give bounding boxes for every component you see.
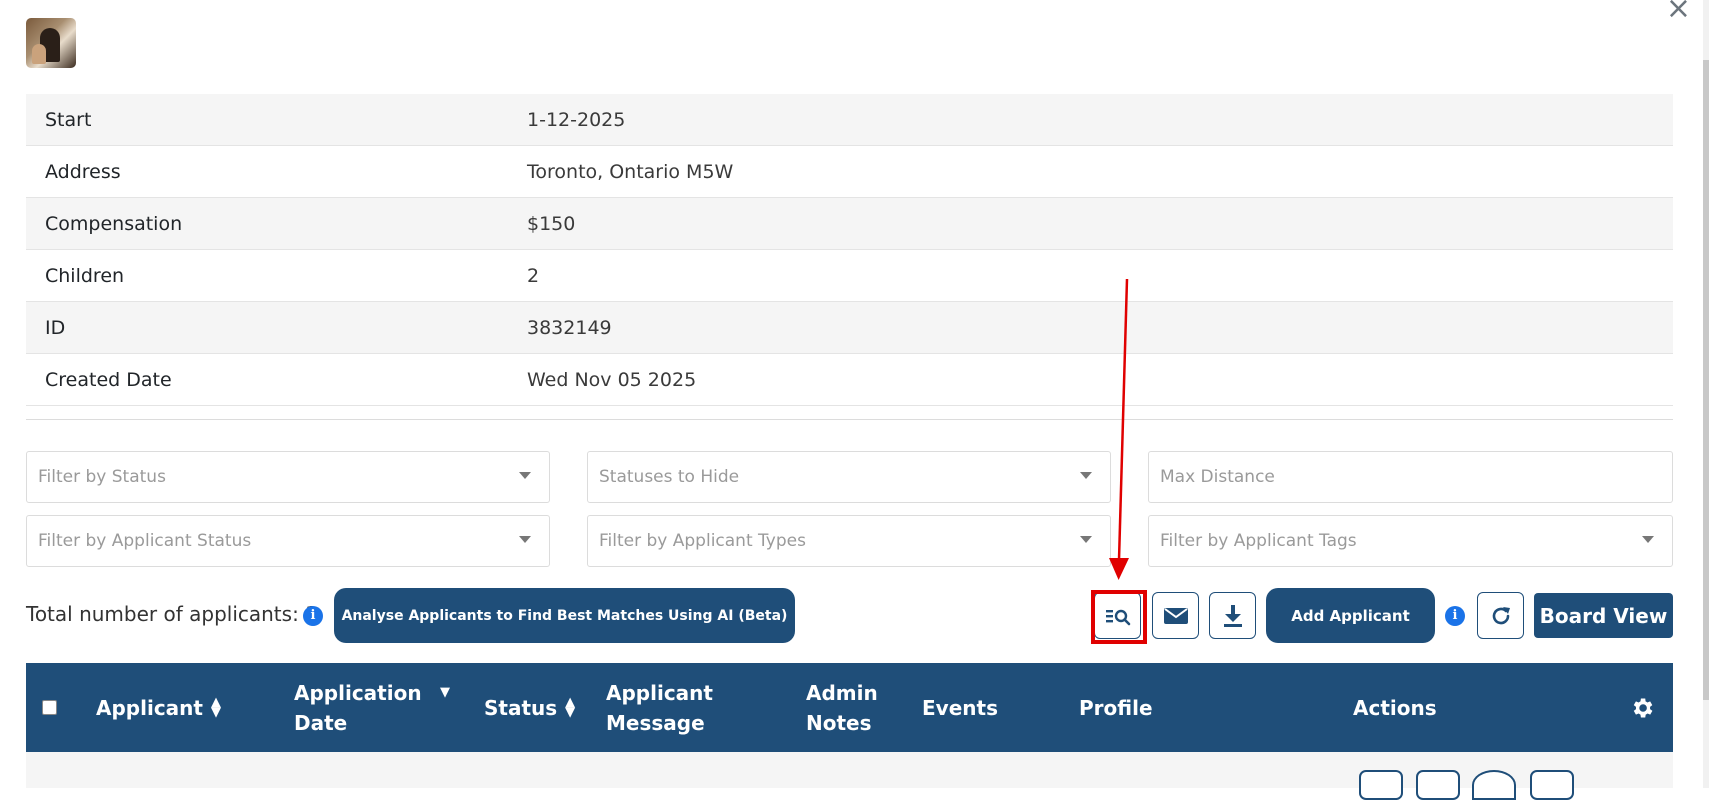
max-distance-placeholder: Max Distance: [1160, 467, 1275, 487]
detail-value: $150: [527, 212, 576, 235]
filter-status-placeholder: Filter by Status: [38, 467, 166, 487]
max-distance-input[interactable]: Max Distance: [1148, 451, 1673, 503]
info-icon[interactable]: i: [303, 606, 323, 626]
column-application-date[interactable]: Application Date ▼: [294, 663, 454, 752]
detail-label: ID: [45, 316, 66, 339]
filter-applicant-status-select[interactable]: Filter by Applicant Status: [26, 515, 550, 567]
analyse-applicants-ai-button[interactable]: Analyse Applicants to Find Best Matches …: [334, 588, 795, 643]
column-label: Applicant: [96, 695, 203, 720]
add-applicant-label: Add Applicant: [1291, 606, 1410, 625]
detail-row-created-date: Created Date Wed Nov 05 2025: [26, 354, 1673, 406]
column-label: Actions: [1353, 695, 1437, 720]
refresh-icon: [1492, 606, 1510, 624]
detail-value: Toronto, Ontario M5W: [527, 160, 734, 183]
detail-label: Children: [45, 264, 125, 287]
job-details-table: Start 1-12-2025 Address Toronto, Ontario…: [26, 94, 1673, 406]
caret-down-icon: [1080, 472, 1092, 479]
board-view-label: Board View: [1539, 603, 1668, 628]
column-applicant[interactable]: Applicant ▲ ▼: [96, 663, 221, 752]
filter-applicant-types-select[interactable]: Filter by Applicant Types: [587, 515, 1111, 567]
board-view-button[interactable]: Board View: [1534, 593, 1673, 638]
annotation-arrow: [1109, 278, 1129, 580]
column-actions: Actions: [1353, 663, 1437, 752]
filter-status-select[interactable]: Filter by Status: [26, 451, 550, 503]
total-applicants-label: Total number of applicants: 1: [26, 602, 318, 626]
sort-both-icon[interactable]: ▲ ▼: [211, 696, 221, 719]
detail-row-id: ID 3832149: [26, 302, 1673, 354]
column-profile: Profile: [1079, 663, 1153, 752]
add-applicant-button[interactable]: Add Applicant: [1266, 588, 1435, 643]
detail-row-address: Address Toronto, Ontario M5W: [26, 146, 1673, 198]
sort-desc-icon[interactable]: ▼: [440, 686, 450, 699]
caret-down-icon: [519, 472, 531, 479]
column-label: Admin Notes: [806, 680, 878, 735]
email-applicants-button[interactable]: [1152, 592, 1199, 639]
caret-down-icon: [1080, 536, 1092, 543]
gear-icon[interactable]: [1629, 695, 1655, 721]
row-action-message-button[interactable]: [1359, 770, 1403, 800]
column-status[interactable]: Status ▲ ▼: [484, 663, 575, 752]
mail-icon: [1163, 607, 1188, 624]
filter-applicant-tags-select[interactable]: Filter by Applicant Tags: [1148, 515, 1673, 567]
column-label: Application Date: [294, 680, 422, 735]
detail-value: 2: [527, 264, 540, 287]
caret-down-icon: [1642, 536, 1654, 543]
download-button[interactable]: [1209, 592, 1256, 639]
statuses-to-hide-placeholder: Statuses to Hide: [599, 467, 740, 487]
info-icon[interactable]: i: [1445, 606, 1465, 626]
detail-label: Start: [45, 108, 92, 131]
row-action-delete-button[interactable]: [1530, 770, 1574, 800]
sort-both-icon[interactable]: ▲ ▼: [565, 696, 575, 719]
applicant-status-placeholder: Filter by Applicant Status: [38, 531, 252, 551]
detail-row-compensation: Compensation $150: [26, 198, 1673, 250]
applicant-tags-placeholder: Filter by Applicant Tags: [1160, 531, 1357, 551]
column-admin-notes: Admin Notes: [806, 663, 886, 752]
annotation-highlight-box: [1091, 590, 1147, 644]
column-label: Applicant Message: [606, 680, 713, 735]
column-applicant-message: Applicant Message: [606, 663, 726, 752]
download-icon: [1223, 604, 1242, 627]
detail-label: Created Date: [45, 368, 172, 391]
column-events: Events: [922, 663, 998, 752]
vertical-scrollbar[interactable]: [1703, 0, 1709, 788]
detail-row-children: Children 2: [26, 250, 1673, 302]
applicants-table-header: Applicant ▲ ▼ Application Date ▼ Status ▲…: [26, 663, 1673, 752]
detail-label: Compensation: [45, 212, 183, 235]
detail-value: 1-12-2025: [527, 108, 626, 131]
refresh-button[interactable]: [1477, 592, 1524, 639]
statuses-to-hide-select[interactable]: Statuses to Hide: [587, 451, 1111, 503]
column-label: Status: [484, 695, 558, 720]
caret-down-icon: [519, 536, 531, 543]
detail-row-start: Start 1-12-2025: [26, 94, 1673, 146]
column-label: Profile: [1079, 695, 1153, 720]
analyse-button-label: Analyse Applicants to Find Best Matches …: [341, 607, 788, 624]
applicant-photo: [26, 18, 76, 68]
column-label: Events: [922, 695, 998, 720]
applicant-types-placeholder: Filter by Applicant Types: [599, 531, 806, 551]
detail-value: Wed Nov 05 2025: [527, 368, 697, 391]
select-all-checkbox[interactable]: [42, 700, 57, 715]
detail-value: 3832149: [527, 316, 612, 339]
row-action-view-button[interactable]: [1472, 770, 1516, 800]
close-icon[interactable]: ×: [1666, 0, 1691, 24]
row-action-edit-button[interactable]: [1416, 770, 1460, 800]
section-divider: [26, 419, 1673, 420]
photo-child-figure: [32, 44, 46, 64]
detail-label: Address: [45, 160, 121, 183]
scrollbar-thumb[interactable]: [1703, 60, 1709, 700]
